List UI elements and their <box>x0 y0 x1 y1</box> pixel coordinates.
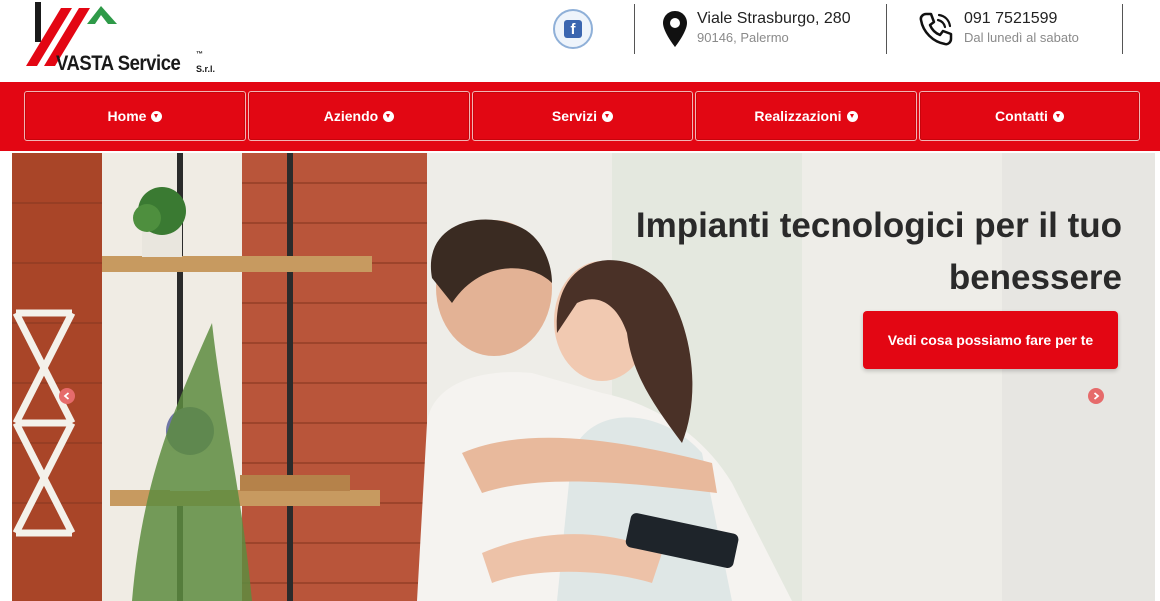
chevron-down-icon <box>846 110 858 122</box>
arrow-right-icon[interactable] <box>1088 388 1104 404</box>
nav-item-label: Servizi <box>551 108 598 124</box>
logo-suffix: S.r.l. <box>196 64 216 74</box>
nav-item-label: Aziendo <box>323 108 379 124</box>
chevron-down-icon <box>602 110 614 122</box>
logo-wordmark: VASTA Service <box>56 52 181 75</box>
nav-item-contatti[interactable]: Contatti <box>919 91 1140 141</box>
site-header: VASTA Service ™ S.r.l. f Viale Strasburg… <box>0 0 1160 82</box>
header-divider <box>886 4 887 54</box>
hero-title-line1: Impianti tecnologici per il tuo <box>635 206 1122 245</box>
nav-item-aziendo[interactable]: Aziendo <box>248 91 470 141</box>
chevron-down-icon <box>1052 110 1064 122</box>
hero-title-line2: benessere <box>948 258 1122 297</box>
phone-number: 091 7521599 <box>964 10 1058 27</box>
address-block: Viale Strasburgo, 280 90146, Palermo <box>662 10 872 56</box>
facebook-button[interactable]: f <box>553 9 593 49</box>
nav-item-realizzazioni[interactable]: Realizzazioni <box>695 91 917 141</box>
map-pin-icon <box>662 10 688 53</box>
nav-item-label: Contatti <box>995 108 1048 124</box>
hero-slider: Impianti tecnologici per il tuo benesser… <box>12 153 1155 601</box>
hero-title: Impianti tecnologici per il tuo benesser… <box>562 200 1122 304</box>
address-line1: Viale Strasburgo, 280 <box>697 10 851 27</box>
chevron-down-icon <box>151 110 163 122</box>
header-divider <box>1122 4 1123 54</box>
arrow-left-icon[interactable] <box>59 388 75 404</box>
main-navigation: Home Aziendo Servizi Realizzazioni Conta… <box>0 82 1160 151</box>
nav-item-home[interactable]: Home <box>24 91 246 141</box>
nav-item-label: Home <box>107 108 147 124</box>
chevron-down-icon <box>383 110 395 122</box>
header-divider <box>634 4 635 54</box>
nav-item-servizi[interactable]: Servizi <box>472 91 693 141</box>
address-line2: 90146, Palermo <box>697 30 789 45</box>
nav-item-label: Realizzazioni <box>754 108 842 124</box>
brand-logo[interactable]: VASTA Service ™ S.r.l. <box>24 2 224 78</box>
phone-icon <box>917 10 955 53</box>
hero-cta-button[interactable]: Vedi cosa possiamo fare per te <box>863 311 1118 369</box>
facebook-icon: f <box>564 20 582 38</box>
phone-block[interactable]: 091 7521599 Dal lunedì al sabato <box>917 10 1117 56</box>
logo-trademark: ™ <box>196 51 203 58</box>
phone-hours: Dal lunedì al sabato <box>964 30 1079 45</box>
